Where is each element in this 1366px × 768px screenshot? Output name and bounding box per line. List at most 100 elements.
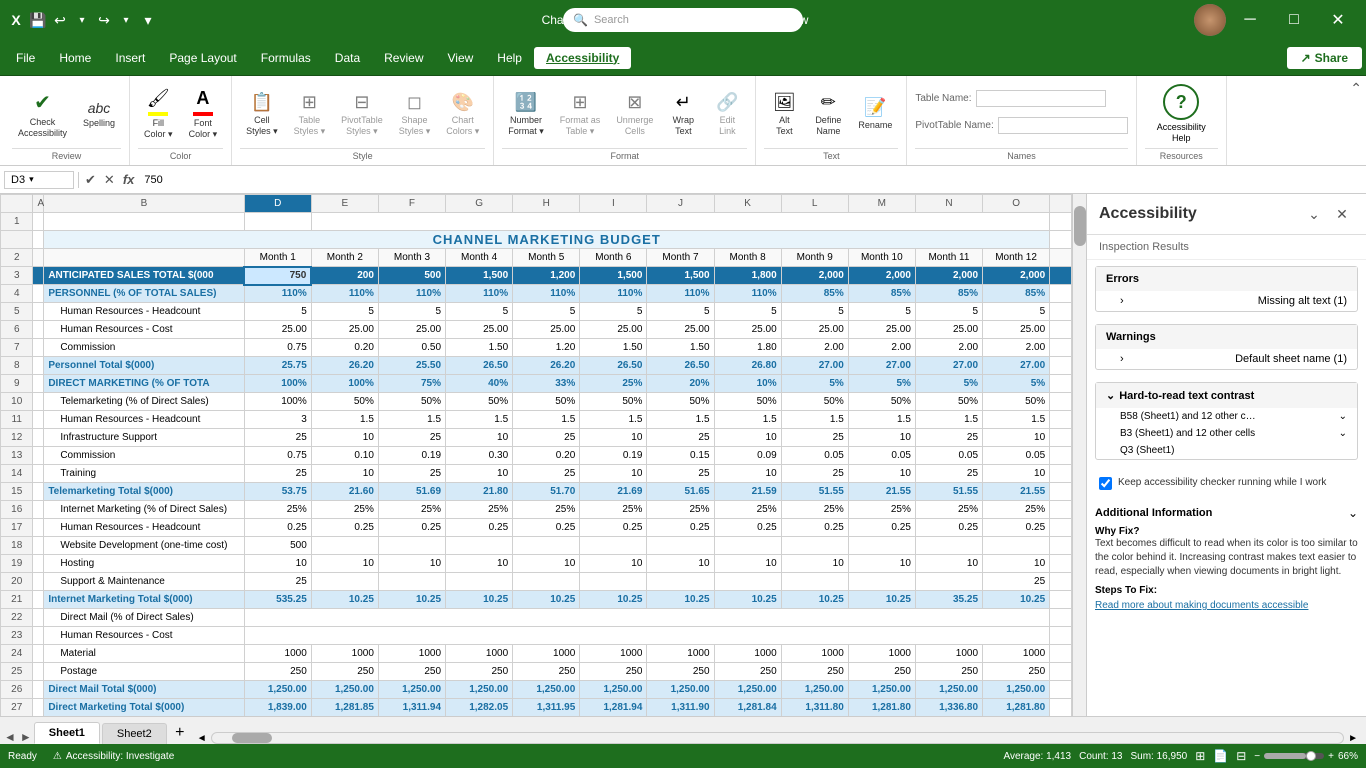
shape-styles-button[interactable]: ◻ ShapeStyles ▾ bbox=[393, 88, 437, 141]
number-format-button[interactable]: 🔢 NumberFormat ▾ bbox=[502, 88, 550, 141]
add-sheet-button[interactable]: + bbox=[169, 722, 191, 744]
view-page-layout-icon[interactable]: 📄 bbox=[1213, 749, 1228, 763]
menu-home[interactable]: Home bbox=[47, 47, 103, 69]
minimize-button[interactable]: ─ bbox=[1230, 4, 1270, 36]
zoom-out-icon[interactable]: − bbox=[1254, 751, 1260, 762]
sheet-tab-1[interactable]: Sheet1 bbox=[34, 722, 100, 744]
col-header-e[interactable]: E bbox=[311, 195, 378, 213]
col-header-j[interactable]: J bbox=[647, 195, 714, 213]
hard-contrast-item-3[interactable]: Q3 (Sheet1) bbox=[1096, 442, 1357, 459]
maximize-button[interactable]: □ bbox=[1274, 4, 1314, 36]
table-row: 26 Direct Mail Total $(000) 1,250.001,25… bbox=[1, 681, 1072, 699]
menu-data[interactable]: Data bbox=[323, 47, 372, 69]
wrap-text-button[interactable]: ↵ WrapText bbox=[663, 88, 703, 141]
col-header-l[interactable]: L bbox=[781, 195, 848, 213]
user-avatar[interactable] bbox=[1194, 4, 1226, 36]
customize-icon[interactable]: ▾ bbox=[140, 12, 156, 28]
font-color-button[interactable]: A FontColor ▾ bbox=[183, 84, 224, 144]
menu-help[interactable]: Help bbox=[485, 47, 534, 69]
redo-icon[interactable]: ↪ bbox=[96, 12, 112, 28]
menu-review[interactable]: Review bbox=[372, 47, 435, 69]
define-name-button[interactable]: ✏ DefineName bbox=[808, 88, 848, 141]
col-header-b[interactable]: B bbox=[44, 195, 244, 213]
close-button[interactable]: ✕ bbox=[1318, 4, 1358, 36]
cell-1b[interactable] bbox=[44, 213, 244, 231]
menu-view[interactable]: View bbox=[436, 47, 486, 69]
fill-color-button[interactable]: 🖌 FillColor ▾ bbox=[138, 84, 179, 144]
menu-accessibility[interactable]: Accessibility bbox=[534, 47, 631, 69]
vertical-scrollbar-thumb[interactable] bbox=[1074, 206, 1086, 246]
menu-page-layout[interactable]: Page Layout bbox=[157, 47, 248, 69]
col-header-i[interactable]: I bbox=[580, 195, 647, 213]
zoom-in-icon[interactable]: + bbox=[1328, 751, 1334, 762]
unmerge-cells-button[interactable]: ⊠ UnmergeCells bbox=[610, 88, 659, 141]
formula-cancel[interactable]: ✕ bbox=[102, 172, 117, 188]
col-header-k[interactable]: K bbox=[714, 195, 781, 213]
pivottable-styles-button[interactable]: ⊟ PivotTableStyles ▾ bbox=[335, 88, 389, 141]
cell-1e[interactable] bbox=[311, 213, 1049, 231]
horizontal-scrollbar-thumb[interactable] bbox=[232, 733, 272, 743]
check-accessibility-button[interactable]: ✔ CheckAccessibility bbox=[12, 86, 73, 143]
view-page-break-icon[interactable]: ⊟ bbox=[1236, 749, 1246, 763]
formula-insert-function[interactable]: fx bbox=[121, 172, 137, 188]
formula-input[interactable] bbox=[140, 172, 1362, 188]
accessibility-help-button[interactable]: ? AccessibilityHelp bbox=[1145, 80, 1218, 148]
formula-checkmark[interactable]: ✔ bbox=[83, 172, 98, 188]
format-table-button[interactable]: ⊞ Format asTable ▾ bbox=[554, 88, 607, 141]
vertical-scrollbar[interactable] bbox=[1072, 194, 1086, 716]
errors-section-header[interactable]: Errors bbox=[1096, 267, 1357, 291]
panel-close-button[interactable]: ✕ bbox=[1330, 202, 1354, 226]
col-header-n[interactable]: N bbox=[915, 195, 982, 213]
col-header-p[interactable] bbox=[1050, 195, 1072, 213]
redo-dropdown[interactable]: ▾ bbox=[118, 12, 134, 28]
cell-1d[interactable] bbox=[244, 213, 311, 231]
chart-colors-button[interactable]: 🎨 ChartColors ▾ bbox=[440, 88, 485, 141]
undo-dropdown[interactable]: ▾ bbox=[74, 12, 90, 28]
scroll-right-icon[interactable]: ► bbox=[1348, 733, 1358, 744]
warnings-section-header[interactable]: Warnings bbox=[1096, 325, 1357, 349]
menu-file[interactable]: File bbox=[4, 47, 47, 69]
scroll-left-icon[interactable]: ◄ bbox=[197, 733, 207, 744]
save-icon[interactable]: 💾 bbox=[30, 12, 46, 28]
nav-right-arrow[interactable]: ► bbox=[20, 730, 32, 744]
keep-running-checkbox[interactable] bbox=[1099, 477, 1112, 490]
pivot-table-name-input[interactable] bbox=[998, 117, 1128, 134]
col-header-o[interactable]: O bbox=[983, 195, 1050, 213]
hard-contrast-item-2[interactable]: B3 (Sheet1) and 12 other cells ⌄ bbox=[1096, 425, 1357, 442]
cell-reference[interactable]: D3 ▾ bbox=[4, 171, 74, 189]
col-header-d[interactable]: D bbox=[244, 195, 311, 213]
horizontal-scrollbar[interactable] bbox=[211, 732, 1344, 744]
default-sheet-name-item[interactable]: › Default sheet name (1) bbox=[1096, 349, 1357, 369]
menu-insert[interactable]: Insert bbox=[103, 47, 157, 69]
panel-collapse-button[interactable]: ⌄ bbox=[1302, 202, 1326, 226]
undo-icon[interactable]: ↩ bbox=[52, 12, 68, 28]
cell-ref-dropdown[interactable]: ▾ bbox=[29, 174, 34, 185]
hard-contrast-item-1[interactable]: B58 (Sheet1) and 12 other c… ⌄ bbox=[1096, 408, 1357, 425]
share-button[interactable]: ↗ Share bbox=[1287, 47, 1362, 69]
cell-styles-button[interactable]: 📋 CellStyles ▾ bbox=[240, 88, 284, 141]
spelling-button[interactable]: abc Spelling bbox=[77, 96, 121, 133]
col-header-g[interactable]: G bbox=[446, 195, 513, 213]
col-header-h[interactable]: H bbox=[513, 195, 580, 213]
nav-left-arrow[interactable]: ◄ bbox=[4, 730, 16, 744]
table-name-input[interactable] bbox=[976, 90, 1106, 107]
col-header-m[interactable]: M bbox=[848, 195, 915, 213]
additional-info-collapse[interactable]: ⌄ bbox=[1348, 506, 1358, 520]
zoom-slider[interactable] bbox=[1264, 753, 1324, 759]
zoom-slider-thumb[interactable] bbox=[1306, 751, 1316, 761]
cell-1a[interactable] bbox=[33, 213, 44, 231]
sheet-tab-2[interactable]: Sheet2 bbox=[102, 723, 167, 744]
edit-link-button[interactable]: 🔗 EditLink bbox=[707, 88, 747, 141]
menu-formulas[interactable]: Formulas bbox=[249, 47, 323, 69]
fill-color-icon: 🖌 bbox=[147, 88, 170, 109]
read-more-link[interactable]: Read more about making documents accessi… bbox=[1095, 600, 1358, 611]
view-normal-icon[interactable]: ⊞ bbox=[1195, 749, 1205, 763]
col-header-a[interactable]: A bbox=[33, 195, 44, 213]
missing-alt-text-item[interactable]: › Missing alt text (1) bbox=[1096, 291, 1357, 311]
table-styles-button[interactable]: ⊞ TableStyles ▾ bbox=[288, 88, 332, 141]
hard-contrast-header[interactable]: ⌄ Hard-to-read text contrast bbox=[1096, 383, 1357, 408]
col-header-f[interactable]: F bbox=[378, 195, 445, 213]
rename-button[interactable]: 📝 Rename bbox=[852, 93, 898, 135]
alt-text-button[interactable]: 🖼 AltText bbox=[764, 88, 804, 141]
ribbon-collapse[interactable]: ⌃ bbox=[1350, 76, 1362, 165]
